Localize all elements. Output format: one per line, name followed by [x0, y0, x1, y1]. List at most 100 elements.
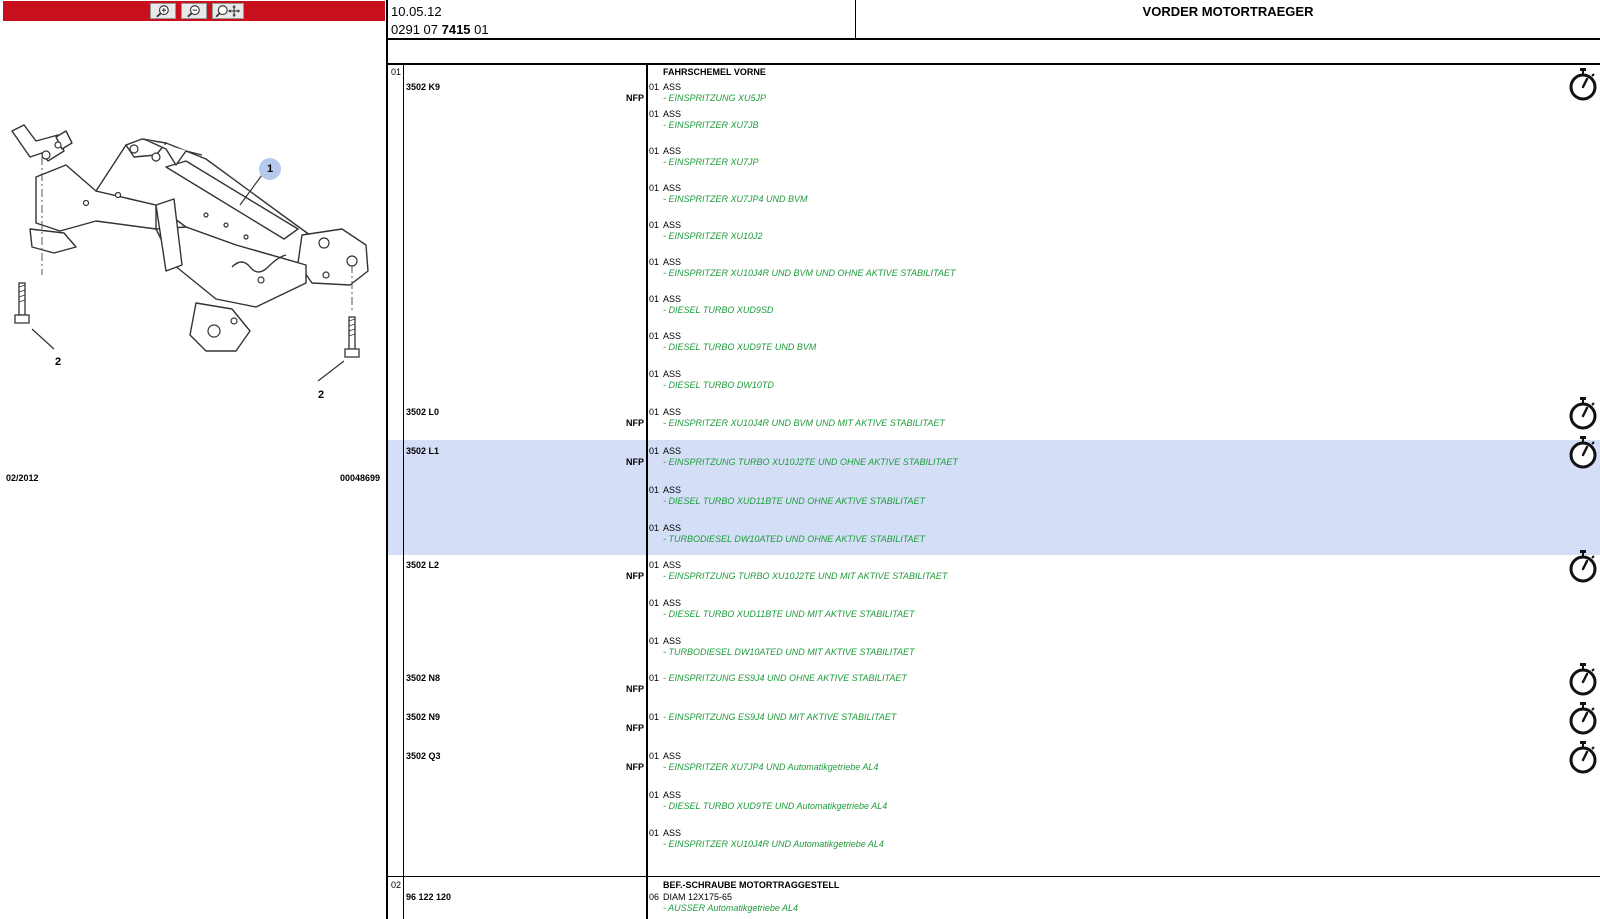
quantity: 01: [649, 331, 660, 341]
part-group-row[interactable]: [388, 747, 1600, 857]
item-label: ASS: [663, 257, 682, 267]
item-description: - EINSPRITZUNG XU5JP: [663, 93, 767, 103]
item-description: - DIESEL TURBO XUD11BTE UND OHNE AKTIVE …: [663, 496, 926, 506]
item-label: ASS: [663, 82, 682, 92]
illustration-date: 02/2012: [6, 473, 39, 483]
part-number: 3502 N9: [406, 712, 441, 722]
zoom-out-icon: [187, 5, 200, 18]
part-group-row[interactable]: [388, 440, 1600, 555]
item-label: ASS: [663, 220, 682, 230]
quantity: 01: [649, 598, 660, 608]
parts-list-pane: 10.05.12 0291 07 7415 01 VORDER MOTORTRA…: [388, 0, 1600, 919]
part-number: 3502 N8: [406, 673, 441, 683]
illustration-ref: 00048699: [340, 473, 381, 483]
page-header: 10.05.12 0291 07 7415 01 VORDER MOTORTRA…: [388, 0, 1600, 40]
quantity: 01: [649, 446, 660, 456]
stopwatch-icon[interactable]: [1568, 67, 1598, 101]
quantity: 01: [649, 220, 660, 230]
item-description: - DIESEL TURBO XUD11BTE UND MIT AKTIVE S…: [663, 609, 915, 619]
part-number: 3502 K9: [406, 82, 441, 92]
item-label: ASS: [663, 751, 682, 761]
stopwatch-icon[interactable]: [1568, 396, 1598, 430]
item-description: - EINSPRITZUNG TURBO XU10J2TE UND MIT AK…: [663, 571, 948, 581]
item-description: - EINSPRITZER XU7JB: [663, 120, 759, 130]
item-description: - EINSPRITZER XU10J4R UND BVM UND OHNE A…: [663, 268, 956, 278]
callout-2-right[interactable]: 2: [318, 389, 324, 401]
section-separator: [388, 876, 1600, 877]
item-label: ASS: [663, 598, 682, 608]
item-description: - EINSPRITZUNG ES9J4 UND MIT AKTIVE STAB…: [663, 712, 897, 722]
item-description: - EINSPRITZUNG ES9J4 UND OHNE AKTIVE STA…: [663, 673, 907, 683]
part-number: 3502 Q3: [406, 751, 441, 761]
quantity: 01: [649, 790, 660, 800]
nfp-flag: NFP: [626, 93, 644, 103]
stopwatch-icon[interactable]: [1568, 701, 1598, 735]
quantity: 01: [649, 828, 660, 838]
header-code-prefix: 0291 07: [391, 22, 442, 37]
item-description: - EINSPRITZER XU10J4R UND Automatikgetri…: [663, 839, 884, 849]
item-label: DIAM 12X175-65: [663, 892, 733, 902]
callout-1[interactable]: 1: [259, 158, 281, 180]
header-code-suffix: 01: [470, 22, 489, 37]
section-title: BEF.-SCHRAUBE MOTORTRAGGESTELL: [663, 880, 840, 890]
header-code: 0291 07 7415 01: [391, 22, 489, 37]
quantity: 01: [649, 523, 660, 533]
part-number: 3502 L1: [406, 446, 440, 456]
page-title: VORDER MOTORTRAEGER: [1142, 4, 1314, 19]
item-description: - DIESEL TURBO XUD9TE UND BVM: [663, 342, 817, 352]
item-label: ASS: [663, 636, 682, 646]
stopwatch-icon[interactable]: [1568, 435, 1598, 469]
zoom-pan-button[interactable]: [212, 3, 244, 19]
column-divider-pos: [403, 65, 404, 919]
zoom-out-button[interactable]: [181, 3, 207, 19]
quantity: 01: [649, 257, 660, 267]
quantity: 01: [649, 673, 660, 683]
part-group-row[interactable]: [388, 708, 1600, 747]
nfp-flag: NFP: [626, 457, 644, 467]
header-code-bold: 7415: [441, 22, 471, 37]
item-label: ASS: [663, 109, 682, 119]
quantity: 01: [649, 407, 660, 417]
item-label: ASS: [663, 790, 682, 800]
illustration-pane: 1 2 2 02/2012 00048699: [0, 0, 388, 919]
nfp-flag: NFP: [626, 571, 644, 581]
quantity: 01: [649, 712, 660, 722]
part-number: 3502 L0: [406, 407, 440, 417]
stopwatch-icon[interactable]: [1568, 549, 1598, 583]
header-band: [388, 40, 1600, 65]
stopwatch-icon[interactable]: [1568, 662, 1598, 696]
item-description: - AUSSER Automatikgetriebe AL4: [663, 903, 799, 913]
column-divider-desc: [646, 65, 648, 919]
quantity: 01: [649, 109, 660, 119]
part-group-row[interactable]: [388, 403, 1600, 440]
item-label: ASS: [663, 146, 682, 156]
quantity: 01: [649, 82, 660, 92]
item-description: - EINSPRITZER XU7JP: [663, 157, 759, 167]
item-description: - EINSPRITZER XU7JP4 UND BVM: [663, 194, 808, 204]
quantity: 01: [649, 636, 660, 646]
quantity: 01: [649, 146, 660, 156]
stopwatch-icon[interactable]: [1568, 740, 1598, 774]
item-description: - EINSPRITZUNG TURBO XU10J2TE UND OHNE A…: [663, 457, 958, 467]
nfp-flag: NFP: [626, 762, 644, 772]
item-description: - TURBODIESEL DW10ATED UND OHNE AKTIVE S…: [663, 534, 926, 544]
item-description: - DIESEL TURBO XUD9SD: [663, 305, 774, 315]
part-group-row[interactable]: [388, 65, 1600, 403]
zoom-pan-icon: [215, 4, 241, 18]
part-group-row[interactable]: [388, 555, 1600, 669]
item-description: - DIESEL TURBO DW10TD: [663, 380, 774, 390]
item-description: - DIESEL TURBO XUD9TE UND Automatikgetri…: [663, 801, 888, 811]
part-number: 96 122 120: [406, 892, 452, 902]
quantity: 01: [649, 560, 660, 570]
item-label: ASS: [663, 485, 682, 495]
zoom-in-icon: [156, 5, 169, 18]
position-number: 02: [391, 880, 402, 890]
callout-2-left[interactable]: 2: [55, 356, 61, 368]
item-label: ASS: [663, 294, 682, 304]
quantity: 01: [649, 369, 660, 379]
item-label: ASS: [663, 560, 682, 570]
part-group-row[interactable]: [388, 669, 1600, 708]
zoom-toolbar: [3, 1, 385, 21]
zoom-in-button[interactable]: [150, 3, 176, 19]
item-label: ASS: [663, 828, 682, 838]
